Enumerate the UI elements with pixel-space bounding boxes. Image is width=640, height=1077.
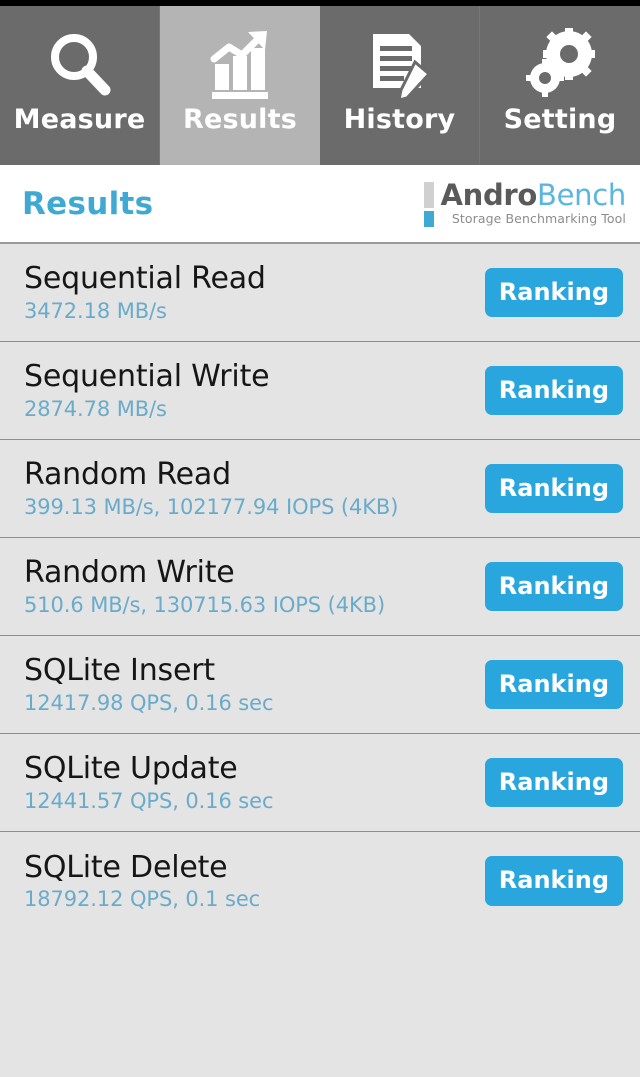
table-row[interactable]: Sequential Read 3472.18 MB/s Ranking [0,244,640,342]
logo-text: AndroBench Storage Benchmarking Tool [440,181,626,226]
magnifier-icon [37,28,123,102]
tab-results[interactable]: Results [160,6,320,165]
ranking-button[interactable]: Ranking [484,659,623,710]
tab-measure[interactable]: Measure [0,6,160,165]
result-title: Sequential Read [24,261,266,297]
result-title: SQLite Insert [24,653,215,689]
table-row[interactable]: SQLite Insert 12417.98 QPS, 0.16 sec Ran… [0,636,640,734]
result-value: 18792.12 QPS, 0.1 sec [24,887,261,912]
ranking-button[interactable]: Ranking [484,365,623,416]
ranking-button[interactable]: Ranking [484,856,623,906]
bar-chart-arrow-icon [197,28,283,102]
page-header: Results AndroBench Storage Benchmarking … [0,165,640,244]
result-value: 12417.98 QPS, 0.16 sec [24,690,274,715]
result-text: Sequential Read 3472.18 MB/s [24,263,266,322]
logo-tagline: Storage Benchmarking Tool [451,211,626,227]
ranking-button[interactable]: Ranking [484,757,623,808]
result-value: 3472.18 MB/s [24,298,167,323]
result-text: Random Write 510.6 MB/s, 130715.63 IOPS … [24,557,385,616]
result-value: 12441.57 QPS, 0.16 sec [24,788,274,813]
result-title: Random Read [24,457,231,493]
logo-wordmark: AndroBench [440,181,626,210]
table-row[interactable]: Sequential Write 2874.78 MB/s Ranking [0,342,640,440]
result-title: Sequential Write [24,359,270,395]
androbench-logo: AndroBench Storage Benchmarking Tool [424,180,626,227]
logo-wordmark-andro: Andro [440,178,538,213]
logo-bar-blue [424,211,435,227]
table-row[interactable]: Random Read 399.13 MB/s, 102177.94 IOPS … [0,440,640,538]
result-title: SQLite Update [24,751,238,787]
tab-setting-label: Setting [503,104,617,135]
result-text: SQLite Delete 18792.12 QPS, 0.1 sec [24,852,260,911]
logo-bar-gray [424,182,435,208]
results-list: Sequential Read 3472.18 MB/s Ranking Seq… [0,244,640,1077]
table-row[interactable]: SQLite Update 12441.57 QPS, 0.16 sec Ran… [0,734,640,832]
tab-results-label: Results [182,104,298,135]
tab-measure-label: Measure [13,104,146,135]
result-title: SQLite Delete [24,849,228,885]
ranking-button[interactable]: Ranking [484,463,623,514]
tab-history[interactable]: History [320,6,480,165]
document-pencil-icon [357,28,443,102]
androbench-results-screen: Measure Results History Setting Results … [0,0,640,1077]
table-row[interactable]: Random Write 510.6 MB/s, 130715.63 IOPS … [0,538,640,636]
result-text: Random Read 399.13 MB/s, 102177.94 IOPS … [24,459,398,518]
result-value: 2874.78 MB/s [24,396,167,421]
tab-history-label: History [343,104,456,135]
result-title: Random Write [24,555,235,591]
top-tab-bar: Measure Results History Setting [0,6,640,165]
result-text: SQLite Update 12441.57 QPS, 0.16 sec [24,753,273,812]
ranking-button[interactable]: Ranking [484,267,623,318]
ranking-button[interactable]: Ranking [484,561,623,612]
page-title: Results [22,185,154,222]
result-text: Sequential Write 2874.78 MB/s [24,359,270,421]
logo-wordmark-bench: Bench [537,178,626,213]
result-value: 399.13 MB/s, 102177.94 IOPS (4KB) [24,494,399,519]
gears-icon [517,28,603,102]
result-text: SQLite Insert 12417.98 QPS, 0.16 sec [24,655,273,714]
result-value: 510.6 MB/s, 130715.63 IOPS (4KB) [24,592,386,617]
logo-bars-icon [424,180,435,227]
tab-setting[interactable]: Setting [480,6,640,165]
table-row[interactable]: SQLite Delete 18792.12 QPS, 0.1 sec Rank… [0,832,640,930]
